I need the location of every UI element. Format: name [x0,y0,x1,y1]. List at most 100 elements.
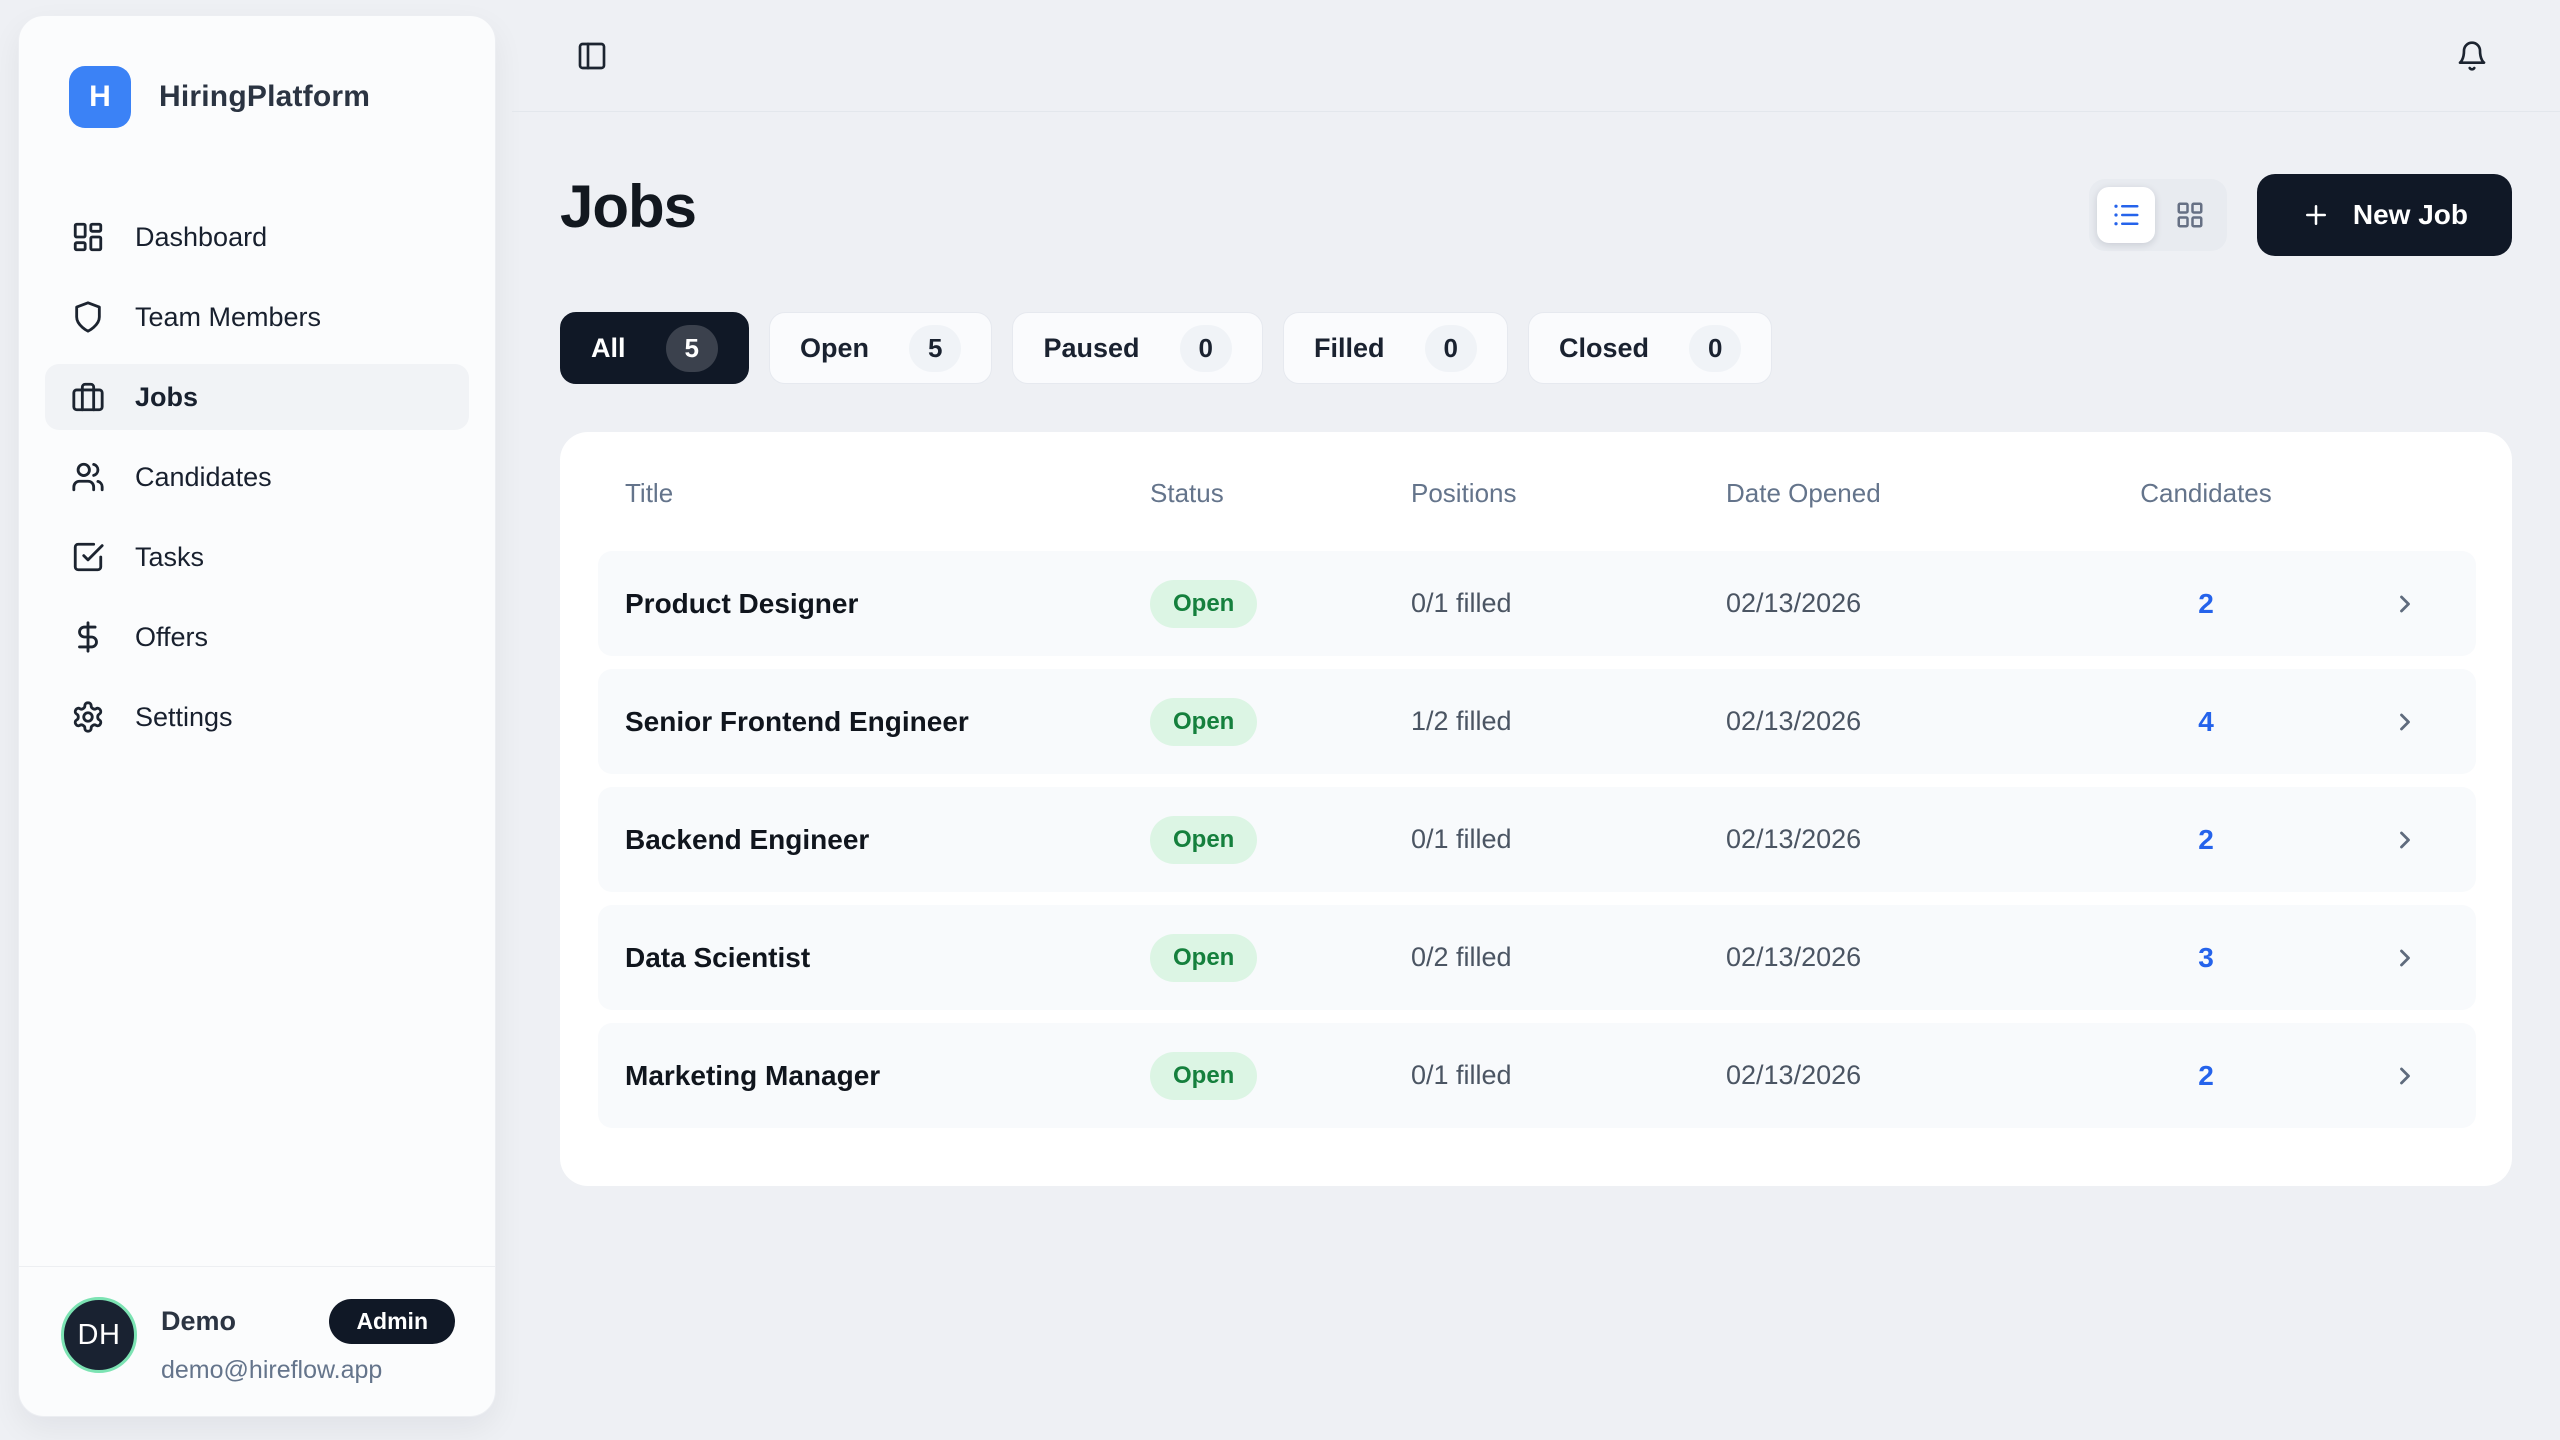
candidates-count-link[interactable]: 3 [2126,942,2286,974]
status-badge: Open [1150,816,1257,864]
head-actions: New Job [2089,174,2512,256]
filter-label: Closed [1559,333,1649,364]
new-job-button[interactable]: New Job [2257,174,2512,256]
job-title-cell: Senior Frontend Engineer [625,706,1150,738]
table-row[interactable]: Senior Frontend Engineer Open 1/2 filled… [598,669,2476,774]
bell-icon[interactable] [2456,40,2488,72]
topbar [512,0,2560,112]
user-meta: Demo Admin demo@hireflow.app [161,1297,455,1385]
jobs-table-card: Title Status Positions Date Opened Candi… [560,432,2512,1186]
check-square-icon [71,540,105,574]
chevron-right-icon[interactable] [2391,590,2419,618]
table-header-row: Title Status Positions Date Opened Candi… [598,478,2476,509]
filter-tab-open[interactable]: Open 5 [769,312,992,384]
filter-tab-all[interactable]: All 5 [560,312,749,384]
sidebar-item-dashboard[interactable]: Dashboard [45,204,469,270]
candidates-count-link[interactable]: 2 [2126,1060,2286,1092]
sidebar: H HiringPlatform Dashboard Team Members … [18,15,496,1417]
role-badge: Admin [329,1299,455,1344]
app-logo: H [69,66,131,128]
date-opened-cell: 02/13/2026 [1726,706,2126,737]
job-title-cell: Product Designer [625,588,1150,620]
filter-count-badge: 0 [1689,325,1741,372]
sidebar-item-label: Tasks [135,542,204,573]
date-opened-cell: 02/13/2026 [1726,942,2126,973]
sidebar-item-candidates[interactable]: Candidates [45,444,469,510]
table-row[interactable]: Marketing Manager Open 0/1 filled 02/13/… [598,1023,2476,1128]
filter-tab-filled[interactable]: Filled 0 [1283,312,1508,384]
chevron-right-icon[interactable] [2391,944,2419,972]
sidebar-item-tasks[interactable]: Tasks [45,524,469,590]
col-header-positions: Positions [1411,478,1726,509]
job-title-cell: Data Scientist [625,942,1150,974]
sidebar-item-label: Candidates [135,462,272,493]
grid-view-icon [2175,200,2205,230]
candidates-count-link[interactable]: 2 [2126,824,2286,856]
shield-icon [71,300,105,334]
user-name: Demo [161,1306,236,1337]
filter-label: All [591,333,626,364]
filter-count-badge: 0 [1180,325,1232,372]
user-email: demo@hireflow.app [161,1356,455,1385]
list-view-icon [2111,200,2141,230]
candidates-count-link[interactable]: 2 [2126,588,2286,620]
sidebar-item-label: Settings [135,702,233,733]
filter-tabs: All 5 Open 5 Paused 0 Filled 0 Closed 0 [560,312,2512,384]
date-opened-cell: 02/13/2026 [1726,1060,2126,1091]
avatar[interactable]: DH [61,1297,137,1373]
filter-label: Filled [1314,333,1385,364]
candidates-count-link[interactable]: 4 [2126,706,2286,738]
date-opened-cell: 02/13/2026 [1726,588,2126,619]
positions-cell: 0/1 filled [1411,824,1726,855]
user-section: DH Demo Admin demo@hireflow.app [19,1266,495,1416]
table-body: Product Designer Open 0/1 filled 02/13/2… [598,551,2476,1128]
date-opened-cell: 02/13/2026 [1726,824,2126,855]
filter-count-badge: 5 [666,325,718,372]
table-row[interactable]: Backend Engineer Open 0/1 filled 02/13/2… [598,787,2476,892]
grid-view-button[interactable] [2161,187,2219,243]
job-title-cell: Backend Engineer [625,824,1150,856]
col-header-date: Date Opened [1726,478,2126,509]
table-row[interactable]: Product Designer Open 0/1 filled 02/13/2… [598,551,2476,656]
table-row[interactable]: Data Scientist Open 0/2 filled 02/13/202… [598,905,2476,1010]
brand-header: H HiringPlatform [19,16,495,128]
filter-tab-paused[interactable]: Paused 0 [1012,312,1263,384]
sidebar-item-label: Dashboard [135,222,267,253]
col-header-status: Status [1150,478,1411,509]
gear-icon [71,700,105,734]
sidebar-nav: Dashboard Team Members Jobs Candidates T… [19,204,495,1266]
filter-count-badge: 0 [1425,325,1477,372]
users-icon [71,460,105,494]
col-header-title: Title [625,478,1150,509]
sidebar-item-label: Jobs [135,382,198,413]
status-badge: Open [1150,698,1257,746]
dashboard-icon [71,220,105,254]
filter-count-badge: 5 [909,325,961,372]
sidebar-item-team-members[interactable]: Team Members [45,284,469,350]
status-badge: Open [1150,1052,1257,1100]
page-title: Jobs [560,172,696,241]
sidebar-item-settings[interactable]: Settings [45,684,469,750]
app-name: HiringPlatform [159,80,370,114]
chevron-right-icon[interactable] [2391,1062,2419,1090]
filter-label: Open [800,333,869,364]
main-area: Jobs New Job All 5 Open 5 Paused 0 Fille… [512,0,2560,1440]
col-header-candidates: Candidates [2126,478,2286,509]
view-toggle [2089,179,2227,251]
sidebar-item-jobs[interactable]: Jobs [45,364,469,430]
dollar-icon [71,620,105,654]
sidebar-item-label: Team Members [135,302,321,333]
panel-left-icon[interactable] [576,40,608,72]
job-title-cell: Marketing Manager [625,1060,1150,1092]
list-view-button[interactable] [2097,187,2155,243]
sidebar-item-label: Offers [135,622,208,653]
filter-tab-closed[interactable]: Closed 0 [1528,312,1773,384]
chevron-right-icon[interactable] [2391,826,2419,854]
positions-cell: 1/2 filled [1411,706,1726,737]
positions-cell: 0/1 filled [1411,588,1726,619]
new-job-label: New Job [2353,199,2468,231]
sidebar-item-offers[interactable]: Offers [45,604,469,670]
positions-cell: 0/2 filled [1411,942,1726,973]
chevron-right-icon[interactable] [2391,708,2419,736]
status-badge: Open [1150,934,1257,982]
